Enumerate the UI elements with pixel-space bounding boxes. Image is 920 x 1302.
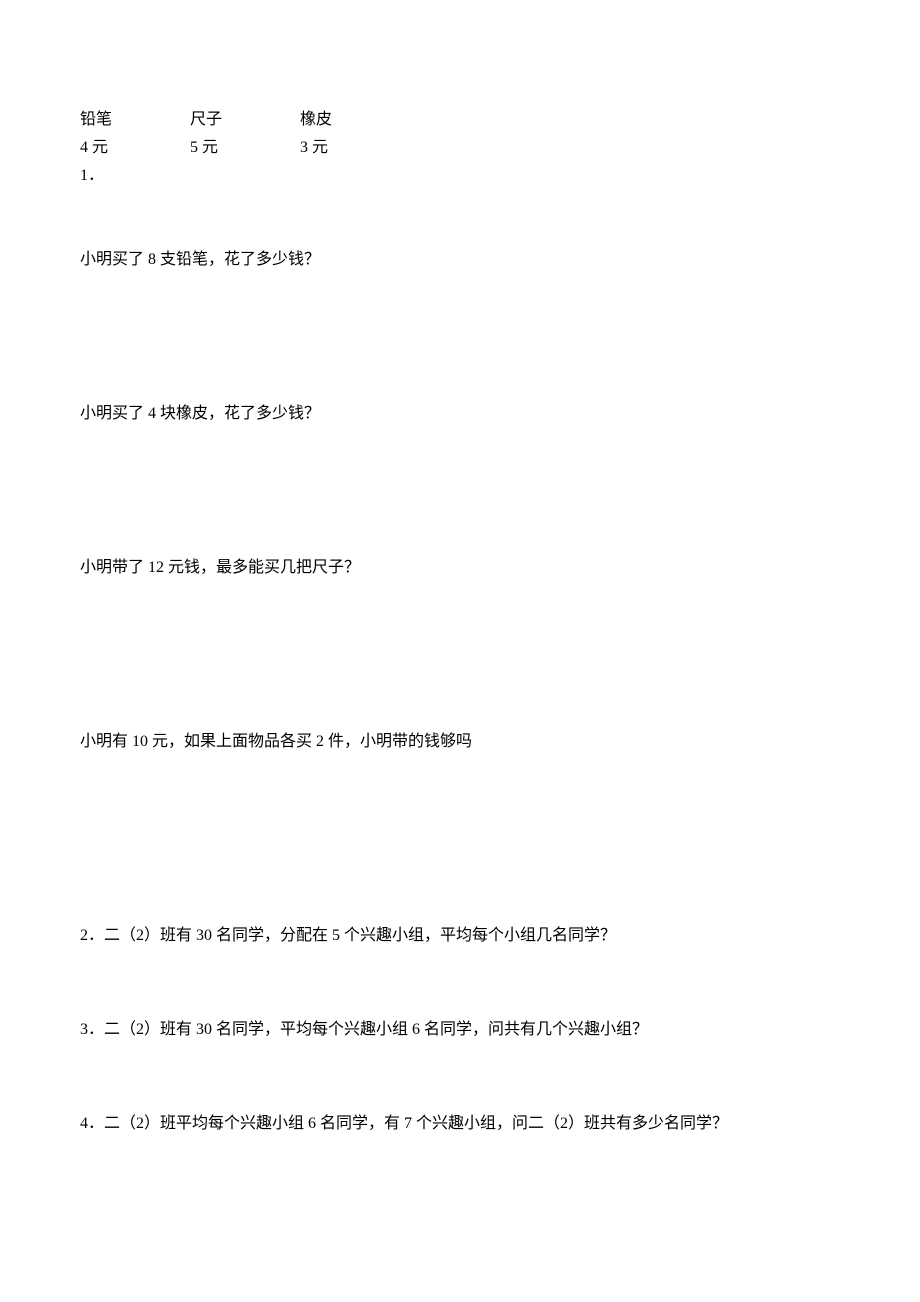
q1-sub-3: 小明有 10 元，如果上面物品各买 2 件，小明带的钱够吗 — [80, 730, 840, 754]
q1-sub-0: 小明买了 8 支铅笔，花了多少钱？ — [80, 248, 840, 272]
q3: 3．二（2）班有 30 名同学，平均每个兴趣小组 6 名同学，问共有几个兴趣小组… — [80, 1018, 840, 1042]
price-col-name-1: 尺子 — [190, 108, 300, 132]
q2: 2．二（2）班有 30 名同学，分配在 5 个兴趣小组，平均每个小组几名同学？ — [80, 924, 840, 948]
q1-sub-1: 小明买了 4 块橡皮，花了多少钱？ — [80, 402, 840, 426]
price-col-price-0: 4 元 — [80, 136, 190, 160]
price-table: 铅笔 尺子 橡皮 — [80, 108, 840, 132]
price-col-name-0: 铅笔 — [80, 108, 190, 132]
q1-sub-2: 小明带了 12 元钱，最多能买几把尺子？ — [80, 556, 840, 580]
q4: 4．二（2）班平均每个兴趣小组 6 名同学，有 7 个兴趣小组，问二（2）班共有… — [80, 1112, 840, 1136]
price-table-prices: 4 元 5 元 3 元 — [80, 136, 840, 160]
price-col-name-2: 橡皮 — [300, 108, 410, 132]
q1-number: 1． — [80, 164, 840, 188]
price-col-price-2: 3 元 — [300, 136, 410, 160]
price-col-price-1: 5 元 — [190, 136, 300, 160]
